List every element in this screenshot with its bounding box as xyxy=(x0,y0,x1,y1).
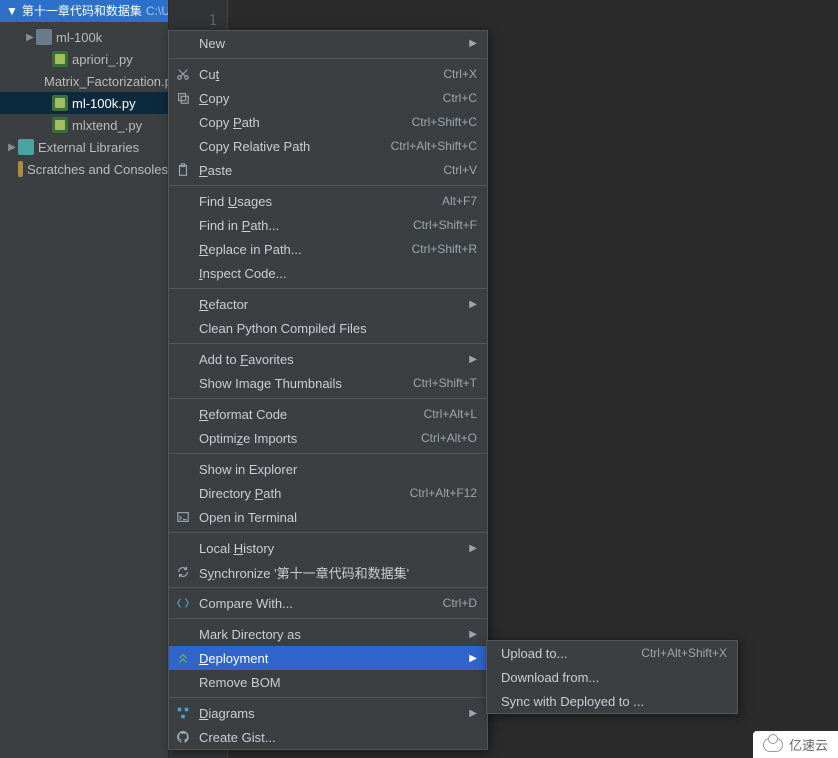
blank-icon xyxy=(175,626,191,642)
blank-icon xyxy=(175,296,191,312)
submenu-arrow-icon: ▶ xyxy=(469,708,477,719)
blank-icon xyxy=(175,193,191,209)
menu-synchronize-[interactable]: Synchronize '第十一章代码和数据集' xyxy=(169,560,487,584)
blank-icon xyxy=(175,217,191,233)
submenu-arrow-icon: ▶ xyxy=(469,299,477,310)
library-icon xyxy=(18,139,34,155)
blank-icon xyxy=(175,320,191,336)
blank-icon xyxy=(175,430,191,446)
blank-icon xyxy=(175,265,191,281)
blank-icon xyxy=(175,351,191,367)
menu-reformat-code[interactable]: Reformat CodeCtrl+Alt+L xyxy=(169,402,487,426)
paste-icon xyxy=(175,162,191,178)
project-sidebar: ▼ 第十一章代码和数据集 C:\Users\YIUYE\Desktop\Pyth… xyxy=(0,0,169,758)
tree-file[interactable]: mlxtend_.py xyxy=(0,114,168,136)
blank-icon xyxy=(175,375,191,391)
menu-cut[interactable]: CutCtrl+X xyxy=(169,62,487,86)
menu-remove-bom[interactable]: Remove BOM xyxy=(169,670,487,694)
cloud-icon xyxy=(763,738,783,752)
python-icon xyxy=(52,95,68,111)
tree-external-libs[interactable]: ▶ External Libraries xyxy=(0,136,168,158)
menu-copy-path[interactable]: Copy PathCtrl+Shift+C xyxy=(169,110,487,134)
submenu-sync-with-deployed-to-[interactable]: Sync with Deployed to ... xyxy=(487,689,737,713)
watermark: 亿速云 xyxy=(753,731,838,758)
tree-folder[interactable]: ▶ ml-100k xyxy=(0,26,168,48)
menu-mark-directory-as[interactable]: Mark Directory as▶ xyxy=(169,622,487,646)
menu-replace-in-path-[interactable]: Replace in Path...Ctrl+Shift+R xyxy=(169,237,487,261)
menu-directory-path[interactable]: Directory PathCtrl+Alt+F12 xyxy=(169,481,487,505)
blank-icon xyxy=(175,138,191,154)
sync-icon xyxy=(175,564,191,580)
diff-icon xyxy=(175,595,191,611)
folder-icon xyxy=(36,29,52,45)
scratch-icon xyxy=(18,161,23,177)
menu-show-in-explorer[interactable]: Show in Explorer xyxy=(169,457,487,481)
tree-scratches[interactable]: Scratches and Consoles xyxy=(0,158,168,180)
menu-clean-python-compiled-files[interactable]: Clean Python Compiled Files xyxy=(169,316,487,340)
submenu-arrow-icon: ▶ xyxy=(469,629,477,640)
cut-icon xyxy=(175,66,191,82)
menu-copy[interactable]: CopyCtrl+C xyxy=(169,86,487,110)
breadcrumb-folder: 第十一章代码和数据集 xyxy=(22,0,142,22)
deployment-submenu[interactable]: Upload to...Ctrl+Alt+Shift+XDownload fro… xyxy=(486,640,738,714)
tree-file[interactable]: apriori_.py xyxy=(0,48,168,70)
submenu-arrow-icon: ▶ xyxy=(469,653,477,664)
menu-add-to-favorites[interactable]: Add to Favorites▶ xyxy=(169,347,487,371)
submenu-upload-to-[interactable]: Upload to...Ctrl+Alt+Shift+X xyxy=(487,641,737,665)
menu-open-in-terminal[interactable]: Open in Terminal xyxy=(169,505,487,529)
context-menu[interactable]: New▶ CutCtrl+XCopyCtrl+CCopy PathCtrl+Shi… xyxy=(168,30,488,750)
submenu-arrow-icon: ▶ xyxy=(469,543,477,554)
blank-icon xyxy=(175,540,191,556)
menu-diagrams[interactable]: Diagrams▶ xyxy=(169,701,487,725)
tree-file[interactable]: Matrix_Factorization.py xyxy=(0,70,168,92)
menu-find-usages[interactable]: Find UsagesAlt+F7 xyxy=(169,189,487,213)
project-tree: ▶ ml-100k apriori_.py Matrix_Factorizati… xyxy=(0,22,168,180)
blank-icon xyxy=(175,461,191,477)
menu-new[interactable]: New▶ xyxy=(169,31,487,55)
menu-compare-with-[interactable]: Compare With...Ctrl+D xyxy=(169,591,487,615)
blank-icon xyxy=(175,35,191,51)
menu-copy-relative-path[interactable]: Copy Relative PathCtrl+Alt+Shift+C xyxy=(169,134,487,158)
menu-optimize-imports[interactable]: Optimize ImportsCtrl+Alt+O xyxy=(169,426,487,450)
blank-icon xyxy=(175,406,191,422)
blank-icon xyxy=(175,114,191,130)
menu-create-gist-[interactable]: Create Gist... xyxy=(169,725,487,749)
menu-local-history[interactable]: Local History▶ xyxy=(169,536,487,560)
blank-icon xyxy=(175,485,191,501)
submenu-arrow-icon: ▶ xyxy=(469,354,477,365)
deploy-icon xyxy=(175,650,191,666)
tree-file-selected[interactable]: ml-100k.py xyxy=(0,92,168,114)
submenu-download-from-[interactable]: Download from... xyxy=(487,665,737,689)
blank-icon xyxy=(175,674,191,690)
copy-icon xyxy=(175,90,191,106)
submenu-arrow-icon: ▶ xyxy=(469,38,477,49)
diag-icon xyxy=(175,705,191,721)
breadcrumb-path: C:\Users\YIUYE\Desktop\Python机器学习\ xyxy=(146,0,168,22)
menu-deployment[interactable]: Deployment▶ xyxy=(169,646,487,670)
python-icon xyxy=(52,117,68,133)
blank-icon xyxy=(175,241,191,257)
breadcrumb[interactable]: ▼ 第十一章代码和数据集 C:\Users\YIUYE\Desktop\Pyth… xyxy=(0,0,168,22)
menu-refactor[interactable]: Refactor▶ xyxy=(169,292,487,316)
menu-find-in-path-[interactable]: Find in Path...Ctrl+Shift+F xyxy=(169,213,487,237)
menu-inspect-code-[interactable]: Inspect Code... xyxy=(169,261,487,285)
menu-paste[interactable]: PasteCtrl+V xyxy=(169,158,487,182)
python-icon xyxy=(52,51,68,67)
term-icon xyxy=(175,509,191,525)
gh-icon xyxy=(175,729,191,745)
menu-show-image-thumbnails[interactable]: Show Image ThumbnailsCtrl+Shift+T xyxy=(169,371,487,395)
